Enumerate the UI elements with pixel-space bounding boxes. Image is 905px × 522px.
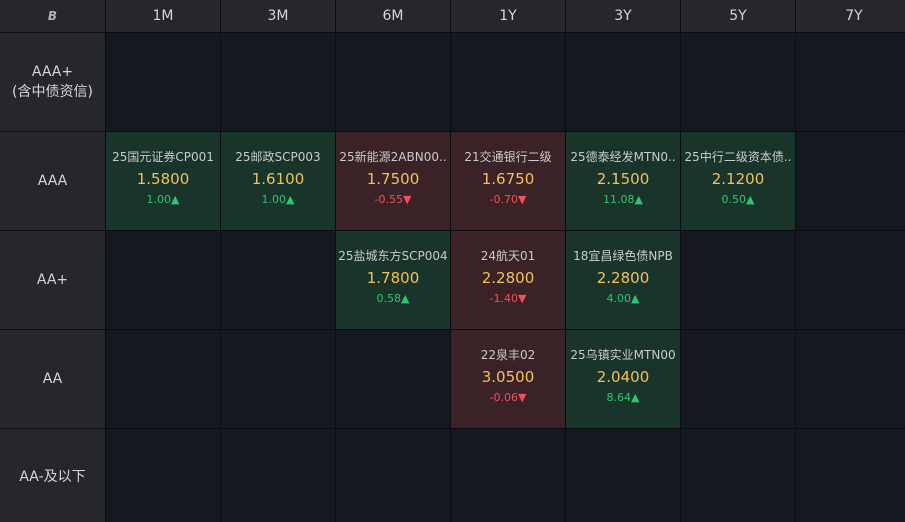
empty-cell — [566, 429, 680, 522]
bond-name: 25中行二级资本债.. — [684, 150, 792, 164]
bond-name: 25邮政SCP003 — [235, 150, 321, 164]
bond-cell[interactable]: 21交通银行二级 1.6750 -0.70▼ — [451, 132, 565, 230]
empty-cell — [336, 33, 450, 131]
bond-change: -1.40▼ — [489, 292, 527, 305]
empty-cell — [681, 429, 795, 522]
rating-label: AA+ — [36, 272, 69, 288]
bond-name: 25国元证券CP001 — [112, 150, 214, 164]
bond-yield: 1.6100 — [251, 170, 305, 188]
bond-change: 11.08▲ — [603, 193, 643, 206]
bond-name: 25乌镇实业MTN00 — [570, 348, 676, 362]
tenor-header-5y[interactable]: 5Y — [681, 0, 795, 32]
bond-yield: 3.0500 — [481, 368, 535, 386]
bond-cell[interactable]: 24航天01 2.2800 -1.40▼ — [451, 231, 565, 329]
bond-yield: 1.5800 — [136, 170, 190, 188]
bond-name: 25盐城东方SCP004 — [338, 249, 448, 263]
empty-cell — [106, 429, 220, 522]
rating-row-header: AA-及以下 — [0, 429, 105, 522]
bond-change: 4.00▲ — [606, 292, 640, 305]
bond-cell[interactable]: 22泉丰02 3.0500 -0.06▼ — [451, 330, 565, 428]
bond-change: 0.50▲ — [721, 193, 755, 206]
bond-change: 1.00▲ — [261, 193, 295, 206]
empty-cell — [796, 231, 905, 329]
bond-yield: 2.1200 — [711, 170, 765, 188]
bond-change: -0.70▼ — [489, 193, 527, 206]
tenor-header-3y[interactable]: 3Y — [566, 0, 680, 32]
tenor-header-6m[interactable]: 6M — [336, 0, 450, 32]
tenor-header-1y[interactable]: 1Y — [451, 0, 565, 32]
bond-name: 22泉丰02 — [480, 348, 536, 362]
bond-change: -0.06▼ — [489, 391, 527, 404]
empty-cell — [681, 33, 795, 131]
empty-cell — [221, 429, 335, 522]
bond-yield: 2.2800 — [481, 269, 535, 287]
bond-name: 25新能源2ABN00.. — [339, 150, 447, 164]
rating-label: AA — [42, 371, 63, 387]
bond-cell[interactable]: 25新能源2ABN00.. 1.7500 -0.55▼ — [336, 132, 450, 230]
empty-cell — [106, 231, 220, 329]
bond-name: 24航天01 — [480, 249, 536, 263]
bond-yield: 2.2800 — [596, 269, 650, 287]
bond-cell[interactable]: 25中行二级资本债.. 2.1200 0.50▲ — [681, 132, 795, 230]
empty-cell — [566, 33, 680, 131]
rating-label: (含中债资信) — [12, 84, 93, 100]
bond-yield: 1.7800 — [366, 269, 420, 287]
empty-cell — [681, 330, 795, 428]
bond-cell[interactable]: 25乌镇实业MTN00 2.0400 8.64▲ — [566, 330, 680, 428]
empty-cell — [796, 429, 905, 522]
empty-cell — [336, 429, 450, 522]
bond-cell[interactable]: 25邮政SCP003 1.6100 1.00▲ — [221, 132, 335, 230]
rating-label: AAA — [37, 173, 68, 189]
empty-cell — [221, 33, 335, 131]
empty-cell — [796, 33, 905, 131]
rating-row-header: AA+ — [0, 231, 105, 329]
empty-cell — [451, 33, 565, 131]
bond-cell[interactable]: 25国元证券CP001 1.5800 1.00▲ — [106, 132, 220, 230]
empty-cell — [106, 330, 220, 428]
empty-cell — [336, 330, 450, 428]
bond-rating-tenor-grid: B 1M 3M 6M 1Y 3Y 5Y 7Y AAA+ (含中债资信) AAA 25国元证券CP00… — [0, 0, 905, 522]
empty-cell — [796, 330, 905, 428]
empty-cell — [796, 132, 905, 230]
rating-row-header: AAA+ (含中债资信) — [0, 33, 105, 131]
bond-name: 25德泰经发MTN0.. — [570, 150, 676, 164]
bond-cell[interactable]: 25盐城东方SCP004 1.7800 0.58▲ — [336, 231, 450, 329]
rating-label: AA-及以下 — [19, 469, 86, 485]
rating-row-header: AAA — [0, 132, 105, 230]
tenor-header-7y[interactable]: 7Y — [796, 0, 905, 32]
empty-cell — [681, 231, 795, 329]
bond-yield: 1.6750 — [481, 170, 535, 188]
bond-name: 21交通银行二级 — [464, 150, 552, 164]
tenor-header-3m[interactable]: 3M — [221, 0, 335, 32]
tenor-header-1m[interactable]: 1M — [106, 0, 220, 32]
bond-change: 1.00▲ — [146, 193, 180, 206]
empty-cell — [106, 33, 220, 131]
bond-change: 8.64▲ — [606, 391, 640, 404]
empty-cell — [221, 231, 335, 329]
rating-label: AAA+ — [31, 64, 74, 80]
bond-change: -0.55▼ — [374, 193, 412, 206]
bond-yield: 1.7500 — [366, 170, 420, 188]
empty-cell — [451, 429, 565, 522]
bond-cell[interactable]: 25德泰经发MTN0.. 2.1500 11.08▲ — [566, 132, 680, 230]
bond-change: 0.58▲ — [376, 292, 410, 305]
bond-cell[interactable]: 18宜昌绿色债NPB 2.2800 4.00▲ — [566, 231, 680, 329]
corner-logo-icon: B — [0, 0, 105, 32]
bond-yield: 2.1500 — [596, 170, 650, 188]
empty-cell — [221, 330, 335, 428]
bond-yield: 2.0400 — [596, 368, 650, 386]
bond-name: 18宜昌绿色债NPB — [573, 249, 673, 263]
rating-row-header: AA — [0, 330, 105, 428]
